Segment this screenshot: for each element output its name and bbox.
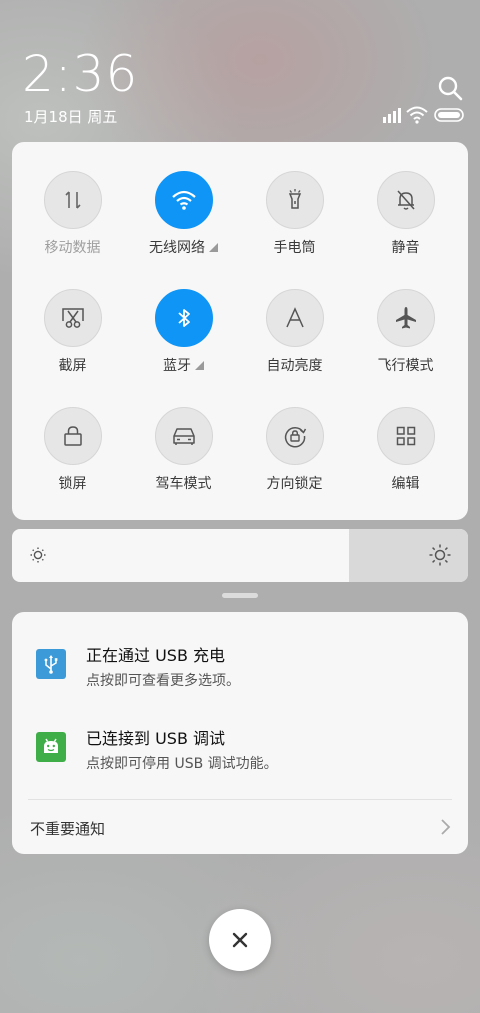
auto-brightness-icon	[265, 289, 324, 347]
tile-label: 截屏	[58, 358, 87, 374]
battery-icon	[434, 108, 464, 122]
rotation-lock-icon	[265, 407, 324, 465]
tile-label: 锁屏	[58, 476, 87, 492]
close-icon	[232, 932, 248, 948]
tile-auto-brightness[interactable]: 自动亮度	[239, 260, 350, 374]
tile-label: 静音	[391, 240, 420, 256]
edit-grid-icon	[376, 407, 435, 465]
tile-screenshot[interactable]: 截屏	[17, 260, 128, 374]
tile-airplane[interactable]: 飞行模式	[350, 260, 461, 374]
divider	[28, 799, 452, 800]
chevron-right-icon[interactable]	[438, 818, 452, 836]
tile-driving-mode[interactable]: 驾车模式	[128, 378, 239, 492]
search-icon[interactable]	[436, 74, 466, 104]
close-button[interactable]	[209, 909, 271, 971]
tile-label: 编辑	[391, 476, 420, 492]
flashlight-icon	[265, 171, 324, 229]
tile-label: 无线网络	[149, 240, 205, 256]
car-icon	[154, 407, 213, 465]
bluetooth-icon	[154, 289, 213, 347]
notification-title: 已连接到 USB 调试	[86, 729, 226, 748]
brightness-slider[interactable]	[12, 529, 468, 582]
silent-bell-icon	[376, 171, 435, 229]
notification-title: 正在通过 USB 充电	[86, 646, 226, 665]
tile-label: 移动数据	[44, 240, 101, 256]
expand-arrow-icon[interactable]	[195, 361, 204, 370]
tile-flashlight[interactable]: 手电筒	[239, 142, 350, 256]
mobile-data-icon	[43, 171, 102, 229]
tile-label: 蓝牙	[163, 358, 191, 374]
notification-panel: 正在通过 USB 充电 点按即可查看更多选项。 已连接到 USB 调试 点按即可…	[12, 612, 468, 854]
screenshot-icon	[43, 289, 102, 347]
tile-mobile-data[interactable]: 移动数据	[17, 142, 128, 256]
notification-usb-charging[interactable]: 正在通过 USB 充电 点按即可查看更多选项。	[12, 642, 468, 712]
tile-label: 自动亮度	[266, 358, 323, 374]
tile-bluetooth[interactable]: 蓝牙	[128, 260, 239, 374]
system-status-icons	[380, 106, 470, 128]
wifi-icon	[154, 171, 213, 229]
tile-label: 方向锁定	[266, 476, 323, 492]
tile-label: 手电筒	[273, 240, 316, 256]
clock: 2:36	[22, 45, 139, 103]
unimportant-notifications-link[interactable]: 不重要通知	[30, 818, 105, 839]
expand-arrow-icon[interactable]	[209, 243, 218, 252]
drag-handle[interactable]	[222, 593, 258, 598]
notification-usb-debugging[interactable]: 已连接到 USB 调试 点按即可停用 USB 调试功能。	[12, 725, 468, 795]
tile-rotation-lock[interactable]: 方向锁定	[239, 378, 350, 492]
wifi-status-icon	[406, 106, 428, 124]
tile-label: 飞行模式	[377, 358, 434, 374]
status-area: 2:36 1月18日 周五	[0, 0, 480, 140]
notification-subtitle: 点按即可查看更多选项。	[86, 673, 240, 689]
tile-label: 驾车模式	[155, 476, 212, 492]
tile-silent[interactable]: 静音	[350, 142, 461, 256]
tile-lock-screen[interactable]: 锁屏	[17, 378, 128, 492]
usb-icon	[36, 649, 66, 679]
android-debug-icon	[36, 732, 66, 762]
airplane-icon	[376, 289, 435, 347]
tile-edit[interactable]: 编辑	[350, 378, 461, 492]
brightness-low-icon	[30, 547, 46, 563]
signal-icon	[383, 108, 401, 123]
notification-subtitle: 点按即可停用 USB 调试功能。	[86, 756, 278, 772]
quick-settings-panel: 移动数据 无线网络 手电筒 静音 截屏 蓝牙 自动亮度 飞行模式 锁屏 驾车模式…	[12, 142, 468, 520]
brightness-high-icon	[429, 544, 451, 566]
tile-wifi[interactable]: 无线网络	[128, 142, 239, 256]
lock-icon	[43, 407, 102, 465]
date-label: 1月18日 周五	[24, 108, 118, 126]
